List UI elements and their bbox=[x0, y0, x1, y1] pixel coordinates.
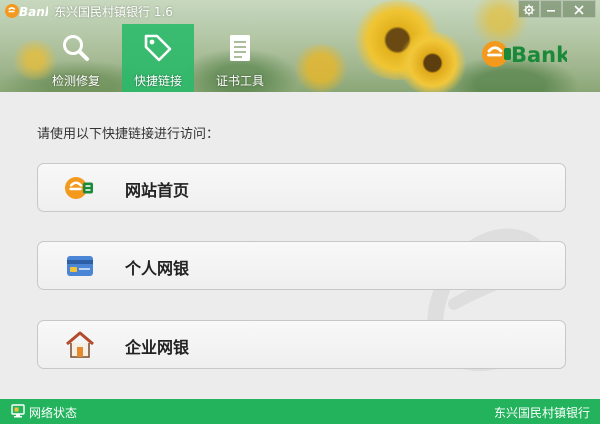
button-label: 个人网银 bbox=[125, 259, 190, 278]
status-bank-name: 东兴国民村镇银行 bbox=[493, 406, 590, 420]
minimize-icon bbox=[547, 10, 555, 12]
svg-text:Bank: Bank bbox=[19, 5, 48, 19]
close-button[interactable] bbox=[562, 0, 596, 18]
tab-cert-tools[interactable]: 证书工具 bbox=[204, 24, 276, 92]
svg-text:Bank: Bank bbox=[511, 43, 567, 67]
ebank-icon bbox=[65, 177, 93, 199]
header-background-sunflower bbox=[395, 32, 470, 92]
settings-button[interactable] bbox=[518, 0, 540, 18]
network-status-icon bbox=[11, 404, 25, 418]
tab-label: 证书工具 bbox=[215, 74, 264, 88]
settings-icon bbox=[523, 4, 535, 16]
tab-quick-links[interactable]: 快捷链接 bbox=[122, 24, 194, 92]
tab-label: 检测修复 bbox=[51, 74, 100, 88]
house-icon bbox=[66, 331, 94, 358]
header-background-sunflower bbox=[292, 44, 350, 92]
close-icon bbox=[574, 5, 584, 15]
search-icon bbox=[63, 35, 89, 61]
app-header: Bank 东兴国民村镇银行 1.6 检测修复 bbox=[0, 0, 600, 92]
tab-detect-repair[interactable]: 检测修复 bbox=[40, 24, 112, 92]
app-logo: Bank bbox=[5, 4, 48, 19]
bank-card-icon bbox=[67, 256, 93, 276]
minimize-button[interactable] bbox=[540, 0, 562, 18]
title-bar[interactable]: Bank 东兴国民村镇银行 1.6 bbox=[0, 0, 600, 22]
button-label: 企业网银 bbox=[125, 338, 190, 357]
instruction-text: 请使用以下快捷链接进行访问： bbox=[37, 127, 220, 142]
status-bar: 网络状态 东兴国民村镇银行 bbox=[0, 399, 600, 424]
main-panel: 请使用以下快捷链接进行访问： 网站首页 个人网银 企业网银 bbox=[0, 92, 600, 399]
window-title: 东兴国民村镇银行 1.6 bbox=[54, 5, 173, 19]
website-home-button[interactable]: 网站首页 bbox=[37, 163, 566, 212]
button-label: 网站首页 bbox=[125, 181, 190, 200]
document-icon bbox=[230, 35, 250, 61]
tab-label: 快捷链接 bbox=[133, 74, 182, 88]
ebank-logo: Bank bbox=[482, 41, 567, 67]
network-status-label[interactable]: 网络状态 bbox=[29, 404, 77, 421]
personal-banking-button[interactable]: 个人网银 bbox=[37, 241, 566, 290]
corporate-banking-button[interactable]: 企业网银 bbox=[37, 320, 566, 369]
tag-icon bbox=[144, 34, 172, 62]
